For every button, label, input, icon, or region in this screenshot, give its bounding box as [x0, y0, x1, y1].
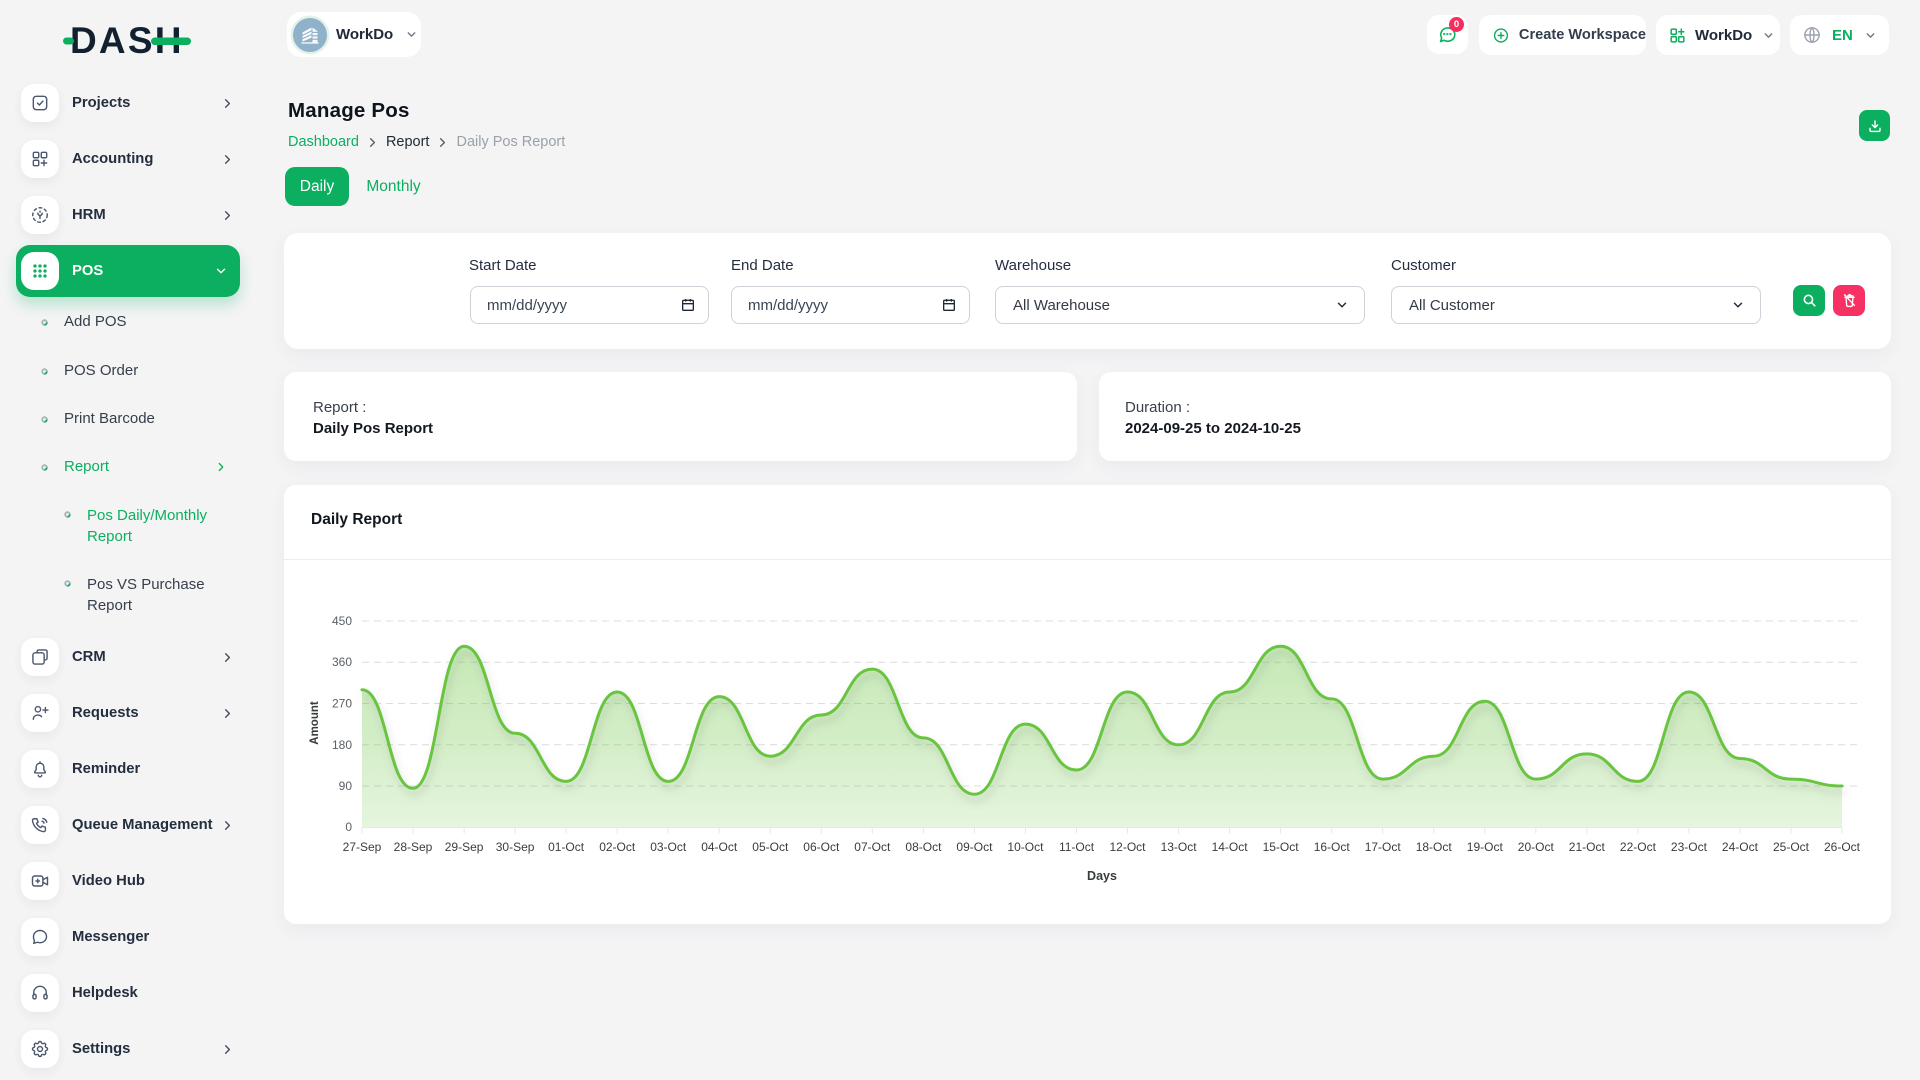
- svg-text:180: 180: [332, 738, 352, 752]
- svg-text:25-Oct: 25-Oct: [1773, 840, 1810, 854]
- svg-text:23-Oct: 23-Oct: [1671, 840, 1708, 854]
- svg-text:Amount: Amount: [309, 701, 321, 745]
- svg-text:22-Oct: 22-Oct: [1620, 840, 1657, 854]
- svg-text:30-Sep: 30-Sep: [496, 840, 535, 854]
- svg-text:28-Sep: 28-Sep: [394, 840, 433, 854]
- svg-text:06-Oct: 06-Oct: [803, 840, 840, 854]
- svg-text:11-Oct: 11-Oct: [1059, 840, 1095, 854]
- svg-text:270: 270: [332, 697, 352, 711]
- svg-text:03-Oct: 03-Oct: [650, 840, 687, 854]
- svg-text:09-Oct: 09-Oct: [956, 840, 993, 854]
- svg-text:24-Oct: 24-Oct: [1722, 840, 1759, 854]
- svg-text:21-Oct: 21-Oct: [1569, 840, 1606, 854]
- svg-text:01-Oct: 01-Oct: [548, 840, 585, 854]
- svg-text:450: 450: [332, 614, 352, 628]
- svg-text:02-Oct: 02-Oct: [599, 840, 636, 854]
- svg-text:0: 0: [345, 820, 352, 834]
- svg-text:19-Oct: 19-Oct: [1467, 840, 1504, 854]
- svg-text:05-Oct: 05-Oct: [752, 840, 789, 854]
- svg-text:14-Oct: 14-Oct: [1212, 840, 1249, 854]
- svg-text:15-Oct: 15-Oct: [1263, 840, 1300, 854]
- svg-text:08-Oct: 08-Oct: [905, 840, 942, 854]
- svg-text:Days: Days: [1087, 869, 1117, 883]
- svg-text:90: 90: [339, 779, 353, 793]
- svg-text:26-Oct: 26-Oct: [1824, 840, 1861, 854]
- svg-text:29-Sep: 29-Sep: [445, 840, 484, 854]
- svg-text:07-Oct: 07-Oct: [854, 840, 891, 854]
- svg-text:17-Oct: 17-Oct: [1365, 840, 1402, 854]
- svg-text:04-Oct: 04-Oct: [701, 840, 738, 854]
- svg-text:18-Oct: 18-Oct: [1416, 840, 1453, 854]
- svg-text:360: 360: [332, 655, 352, 669]
- svg-text:16-Oct: 16-Oct: [1314, 840, 1351, 854]
- svg-text:10-Oct: 10-Oct: [1007, 840, 1044, 854]
- svg-text:27-Sep: 27-Sep: [343, 840, 382, 854]
- svg-text:12-Oct: 12-Oct: [1109, 840, 1146, 854]
- svg-text:20-Oct: 20-Oct: [1518, 840, 1555, 854]
- svg-text:13-Oct: 13-Oct: [1161, 840, 1198, 854]
